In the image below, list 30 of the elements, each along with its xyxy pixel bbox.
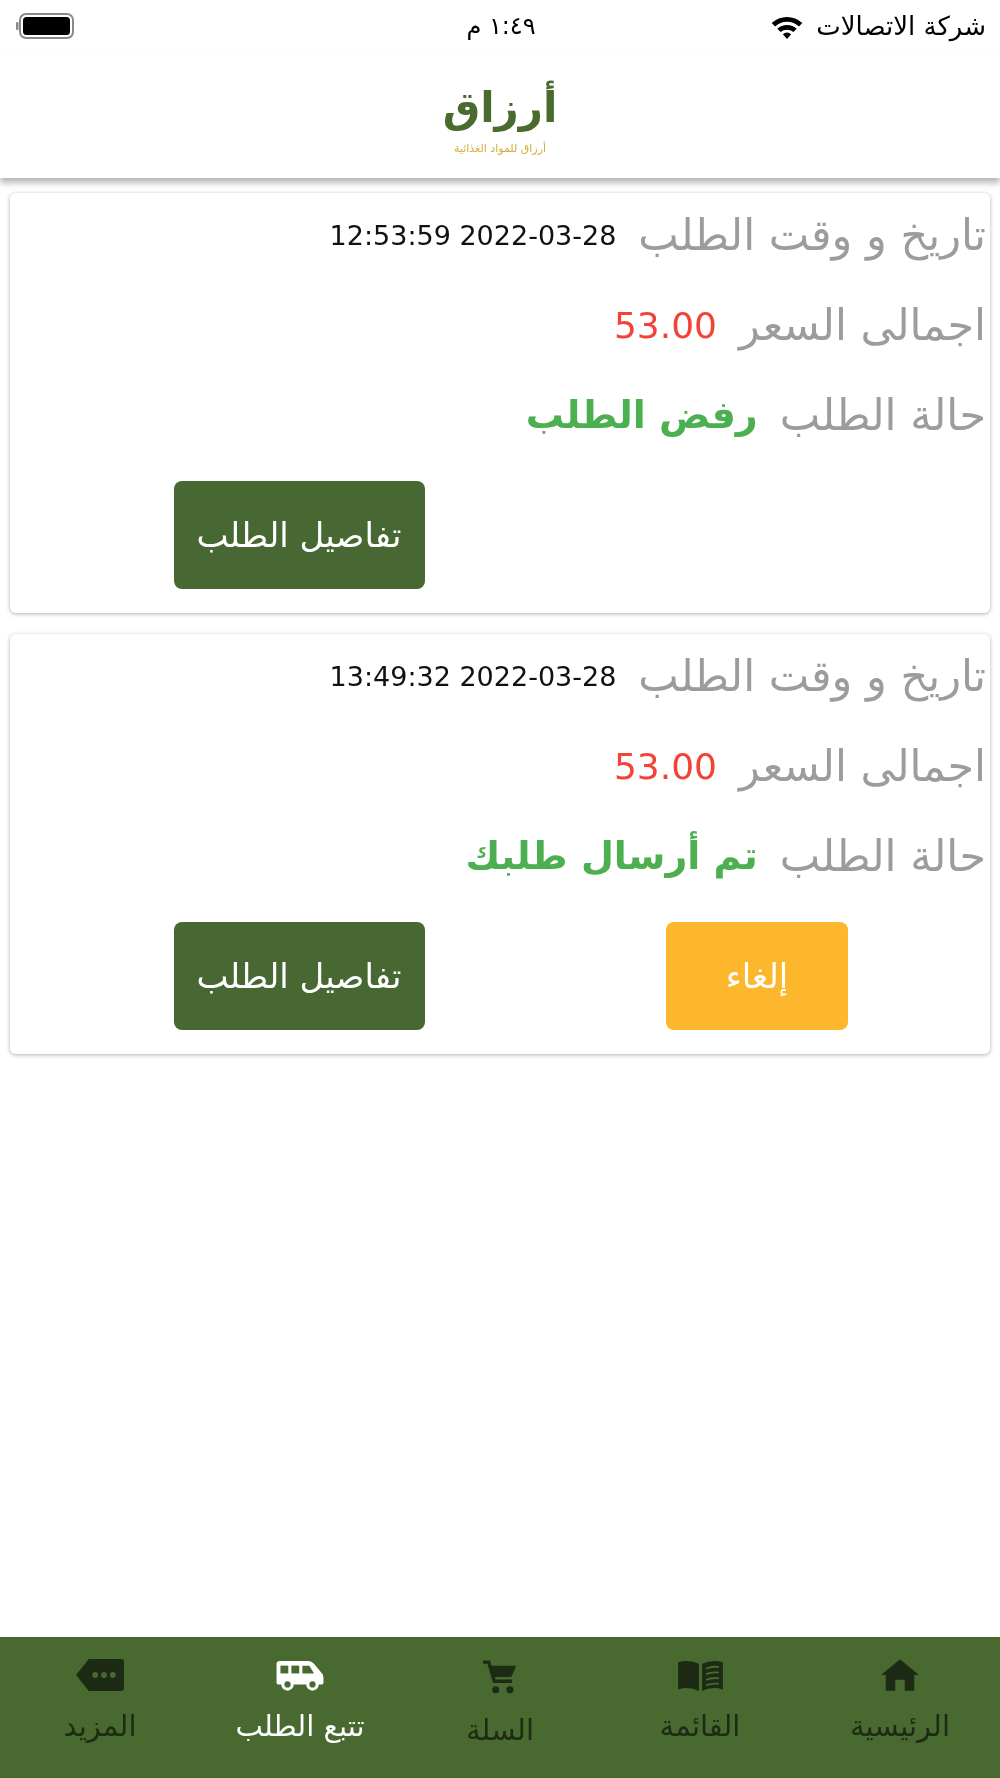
order-total: 53.00 xyxy=(613,303,717,348)
order-status: تم أرسال طلبك xyxy=(465,832,758,882)
field-label: اجمالى السعر xyxy=(739,740,986,794)
field-label: حالة الطلب xyxy=(779,830,986,884)
nav-tab[interactable]: المزيد xyxy=(63,1637,137,1743)
logo-wordmark: أرزاق xyxy=(442,79,558,134)
more-icon xyxy=(76,1659,124,1691)
order-status: رفض الطلب xyxy=(525,392,758,440)
cancel-order-button[interactable]: إلغاء xyxy=(666,922,848,1030)
book-icon xyxy=(677,1659,723,1691)
clock-time: ١:٤٩ م xyxy=(466,12,536,40)
nav-tab[interactable]: الرئيسية xyxy=(850,1637,950,1743)
battery-icon xyxy=(16,13,74,39)
nav-tab[interactable]: القائمة xyxy=(659,1637,741,1743)
carrier-name: شركة الاتصالات xyxy=(816,11,986,41)
order-total: 53.00 xyxy=(613,744,717,789)
field-label: اجمالى السعر xyxy=(739,299,986,353)
order-details-button[interactable]: تفاصيل الطلب xyxy=(173,922,425,1030)
nav-tab[interactable]: تتبع الطلب xyxy=(235,1637,365,1743)
order-datetime: 12:53:59 2022-03-28 xyxy=(329,219,617,254)
nav-tab[interactable]: السلة xyxy=(466,1637,534,1747)
home-icon xyxy=(881,1659,919,1691)
logo-tagline: أرزاق للمواد الغذائية xyxy=(453,140,547,157)
field-label: تاريخ و وقت الطلب xyxy=(638,650,986,704)
cart-icon xyxy=(483,1659,517,1695)
van-icon xyxy=(275,1659,325,1691)
order-datetime: 13:49:32 2022-03-28 xyxy=(329,660,617,695)
field-label: حالة الطلب xyxy=(779,389,986,443)
order-details-button[interactable]: تفاصيل الطلب xyxy=(173,481,425,589)
field-label: تاريخ و وقت الطلب xyxy=(638,209,986,263)
